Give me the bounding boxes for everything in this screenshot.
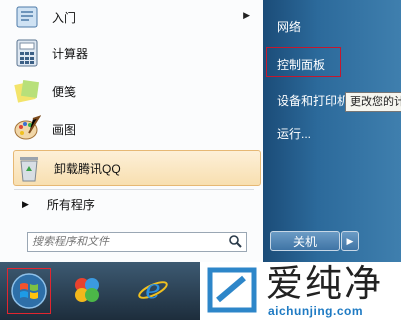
triangle-right-icon: ▶ xyxy=(22,198,29,209)
paint-icon xyxy=(12,114,42,144)
shutdown-label: 关机 xyxy=(292,234,317,249)
program-calculator[interactable]: 计算器 xyxy=(12,36,260,70)
menu-item-run[interactable]: 运行... xyxy=(277,125,311,142)
search-icon[interactable] xyxy=(228,234,242,251)
shutdown-button[interactable]: 关机 xyxy=(270,231,340,251)
watermark-url: aichunjing.com xyxy=(268,304,364,318)
taskbar-app-icon[interactable] xyxy=(68,270,106,310)
separator xyxy=(14,189,254,190)
program-paint[interactable]: 画图 xyxy=(12,112,260,146)
search-input[interactable] xyxy=(28,235,224,249)
watermark: 爱纯净 aichunjing.com xyxy=(200,262,401,320)
calculator-icon xyxy=(12,38,42,68)
menu-item-network[interactable]: 网络 xyxy=(277,18,301,35)
colorful-app-icon xyxy=(75,278,99,302)
program-label: 计算器 xyxy=(52,46,89,61)
sticky-notes-icon xyxy=(12,76,42,106)
shutdown-options-button[interactable]: ▶ xyxy=(341,231,359,251)
submenu-arrow-icon: ▶ xyxy=(243,10,250,20)
getting-started-icon xyxy=(12,2,42,32)
recycle-bin-icon xyxy=(14,153,44,183)
watermark-logo-icon xyxy=(207,267,257,313)
program-label: 便笺 xyxy=(52,84,77,99)
program-getting-started[interactable]: 入门 ▶ xyxy=(12,0,260,34)
all-programs-button[interactable]: ▶ 所有程序 xyxy=(22,195,95,213)
start-menu-right-pane: 网络 控制面板 设备和打印机 运行... xyxy=(263,0,401,262)
menu-item-devices-printers[interactable]: 设备和打印机 xyxy=(277,92,349,109)
program-label: 卸载腾讯QQ xyxy=(54,161,121,176)
windows-logo-icon xyxy=(11,273,47,309)
start-menu-programs-pane: 入门 ▶ 计算器 便笺 画图 卸载腾讯QQ ▶ 所有程序 xyxy=(0,0,264,262)
program-label: 画图 xyxy=(52,122,77,137)
program-label: 入门 xyxy=(52,10,77,25)
taskbar-internet-explorer[interactable]: e xyxy=(134,270,172,310)
all-programs-label: 所有程序 xyxy=(46,197,95,212)
program-uninstall-qq[interactable]: 卸载腾讯QQ xyxy=(13,150,261,186)
control-panel-highlight xyxy=(266,47,341,77)
svg-text:e: e xyxy=(145,275,160,305)
start-button[interactable] xyxy=(7,268,51,314)
watermark-brand: 爱纯净 xyxy=(266,262,383,305)
internet-explorer-icon: e xyxy=(138,275,168,305)
program-sticky-notes[interactable]: 便笺 xyxy=(12,74,260,108)
search-box[interactable] xyxy=(27,232,247,252)
chevron-right-icon: ▶ xyxy=(346,235,354,246)
tooltip: 更改您的计 xyxy=(345,92,401,112)
